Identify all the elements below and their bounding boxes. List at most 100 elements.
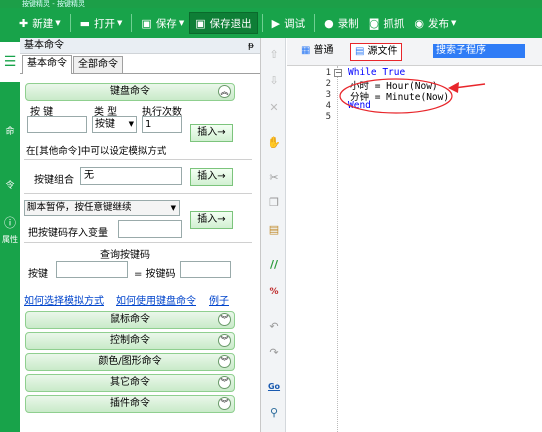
line-number: 2 xyxy=(325,79,331,89)
line-number: 4 xyxy=(325,101,331,111)
sidebar-item-command-1[interactable]: 命 xyxy=(0,124,20,137)
hand-icon[interactable]: ✋ xyxy=(267,136,281,150)
section-mouse-commands[interactable]: 鼠标命令 ︾ xyxy=(25,311,235,329)
uncomment-icon[interactable]: % xyxy=(267,285,281,299)
copy-icon[interactable]: ❐ xyxy=(267,196,281,210)
code-editor[interactable]: − While True 小时 = Hour(Now) 分钟 = Minute(… xyxy=(334,66,542,432)
plus-icon: ✚ xyxy=(19,16,29,30)
divider xyxy=(24,193,252,194)
move-up-icon[interactable]: ⇧ xyxy=(267,48,281,62)
expand-icon[interactable]: ︾ xyxy=(218,397,231,410)
grid-icon: ▦ xyxy=(301,45,311,56)
keyboard-usage-link[interactable]: 如何使用键盘命令 xyxy=(116,292,196,307)
expand-icon[interactable]: ︾ xyxy=(218,376,231,389)
section-color-graphics-commands[interactable]: 颜色/图形命令 ︾ xyxy=(25,353,235,371)
expand-icon[interactable]: ︾ xyxy=(218,313,231,326)
save-button[interactable]: ▣ 保存 ▼ xyxy=(136,12,189,34)
type-select[interactable]: 按键 ▼ xyxy=(92,116,137,133)
query-keycode-title: 查询按键码 xyxy=(100,250,150,261)
key-input[interactable] xyxy=(27,116,87,133)
line-number: 3 xyxy=(325,90,331,100)
editor-side-toolbar: ⇧ ⇩ ✕ ✋ ✂ ❐ ▤ // % ↶ ↷ Go ⚲ xyxy=(261,38,286,432)
title-bar: 按键精灵 - 按键精灵 xyxy=(0,0,542,8)
chevron-down-icon: ▼ xyxy=(450,19,457,27)
play-icon: ▶ xyxy=(271,16,281,30)
collapse-icon[interactable]: ︽ xyxy=(218,85,231,98)
left-sidebar: ☰ 命 令 ⓘ 属性 xyxy=(0,38,20,432)
expand-icon[interactable]: ︾ xyxy=(218,355,231,368)
query-key-input[interactable] xyxy=(56,261,128,278)
tab-all-commands[interactable]: 全部命令 xyxy=(73,56,123,73)
capture-button[interactable]: ◙ 抓抓 xyxy=(364,12,410,34)
pause-select[interactable]: 脚本暂停，按任意键继续 ▼ xyxy=(24,200,180,216)
move-down-icon[interactable]: ⇩ xyxy=(267,74,281,88)
undo-icon[interactable]: ↶ xyxy=(267,320,281,334)
subroutine-search-input[interactable]: 搜索子程序 xyxy=(433,44,525,58)
count-input[interactable]: 1 xyxy=(142,116,182,133)
camera-icon: ◙ xyxy=(368,16,380,30)
folder-icon: ▬ xyxy=(79,16,91,30)
simulation-hint: 在[其他命令]中可以设定模拟方式 xyxy=(26,146,167,157)
globe-icon: ◉ xyxy=(414,16,424,30)
panel-tabs: 基本命令 全部命令 xyxy=(20,54,260,74)
key-combo-input[interactable]: 无 xyxy=(80,167,182,185)
section-control-commands[interactable]: 控制命令 ︾ xyxy=(25,332,235,350)
combo-label: 按键组合 xyxy=(34,175,74,186)
toolbar-divider xyxy=(314,14,316,32)
delete-icon[interactable]: ✕ xyxy=(267,101,281,115)
query-code-input[interactable] xyxy=(180,261,231,278)
comment-icon[interactable]: // xyxy=(267,258,281,272)
save-exit-button[interactable]: ▣ 保存退出 xyxy=(189,12,258,34)
open-button[interactable]: ▬ 打开 ▼ xyxy=(75,12,128,34)
sidebar-item-command-2[interactable]: 令 xyxy=(0,178,20,191)
pin-icon[interactable]: ᵽ xyxy=(248,38,254,54)
toolbar-divider xyxy=(261,14,263,32)
debug-button[interactable]: ▶ 调试 xyxy=(267,12,310,34)
insert-key-button[interactable]: 插入→ xyxy=(190,124,233,142)
tab-normal-view[interactable]: ▦ 普通 xyxy=(297,43,337,61)
fold-toggle-icon[interactable]: − xyxy=(334,69,342,77)
simulation-mode-link[interactable]: 如何选择模拟方式 xyxy=(24,292,104,307)
sidebar-item-properties[interactable]: 属性 xyxy=(0,234,20,245)
tab-basic-commands[interactable]: 基本命令 xyxy=(22,55,72,74)
insert-pause-button[interactable]: 插入→ xyxy=(190,211,233,229)
section-other-commands[interactable]: 其它命令 ︾ xyxy=(25,374,235,392)
publish-button[interactable]: ◉ 发布 ▼ xyxy=(409,12,461,34)
window-title: 按键精灵 - 按键精灵 xyxy=(22,0,85,8)
command-tab-icon[interactable]: ☰ xyxy=(0,42,20,82)
main-toolbar: ✚ 新建 ▼ ▬ 打开 ▼ ▣ 保存 ▼ ▣ 保存退出 ▶ 调试 ● 录制 ◙ 抓抓 ◉ 发布 ▼ xyxy=(0,8,542,38)
line-number: 1 xyxy=(325,68,331,78)
example-link[interactable]: 例子 xyxy=(209,292,229,307)
store-keycode-label: 把按键码存入变量 xyxy=(28,228,108,239)
divider xyxy=(24,159,252,160)
goto-icon[interactable]: Go xyxy=(267,380,281,394)
new-button[interactable]: ✚ 新建 ▼ xyxy=(14,12,66,34)
query-code-label: = 按键码 xyxy=(134,269,176,280)
info-icon: ⓘ xyxy=(3,216,16,230)
query-key-label: 按键 xyxy=(28,269,48,280)
chevron-down-icon: ▼ xyxy=(55,19,61,27)
paste-icon[interactable]: ▤ xyxy=(267,223,281,237)
cut-icon[interactable]: ✂ xyxy=(267,171,281,185)
code-line: While True xyxy=(348,67,406,78)
floppy-icon: ▣ xyxy=(141,16,152,30)
insert-combo-button[interactable]: 插入→ xyxy=(190,168,233,186)
record-icon: ● xyxy=(324,16,334,30)
expand-icon[interactable]: ︾ xyxy=(218,334,231,347)
section-plugin-commands[interactable]: 插件命令 ︾ xyxy=(25,395,235,413)
redo-icon[interactable]: ↷ xyxy=(267,346,281,360)
keyboard-commands-header[interactable]: 键盘命令 ︽ xyxy=(25,83,235,101)
chevron-down-icon: ▼ xyxy=(170,204,176,212)
panel-header: 基本命令 ᵽ xyxy=(20,38,260,54)
document-icon: ▤ xyxy=(355,46,365,57)
tab-source-view[interactable]: ▤ 源文件 xyxy=(350,43,403,61)
line-number-gutter: 1 2 3 4 5 xyxy=(287,66,337,432)
command-panel: 基本命令 ᵽ 基本命令 全部命令 键盘命令 ︽ 按 键 类 型 执行次数 按键 ▼ 1… xyxy=(20,38,261,432)
record-button[interactable]: ● 录制 xyxy=(319,12,364,34)
divider xyxy=(24,242,252,243)
find-icon[interactable]: ⚲ xyxy=(267,406,281,420)
chevron-down-icon: ▼ xyxy=(178,19,185,27)
keycode-variable-input[interactable] xyxy=(118,220,182,238)
chevron-down-icon: ▼ xyxy=(117,19,123,27)
floppy-icon: ▣ xyxy=(195,16,206,30)
